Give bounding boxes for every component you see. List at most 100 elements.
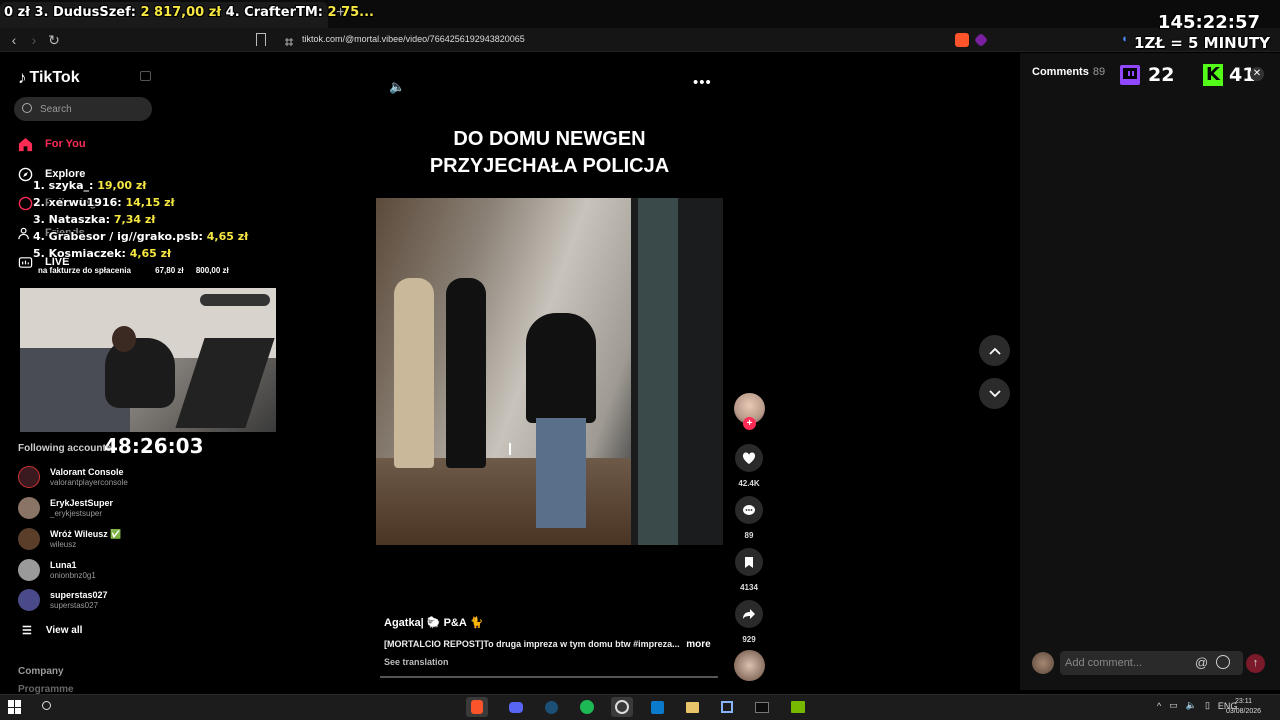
donor-name: 3. Nataszka: [33,213,114,226]
avatar [18,528,40,550]
forward-icon[interactable]: › [26,32,42,48]
invoice-label: na fakturze do spłacenia [38,266,131,275]
donor-row: 5. Kosmiaczek: 4,65 zł [33,245,248,262]
vpn-icon[interactable]: ◖ [1121,33,1135,47]
description-text: [MORTALCIO REPOST]To druga impreza w tym… [384,639,680,649]
account-handle: valorantplayerconsole [50,477,128,487]
reload-icon[interactable]: ↻ [46,32,62,48]
site-info-icon[interactable] [284,34,294,46]
taskbar-search-icon[interactable] [42,701,51,710]
follow-plus-icon[interactable]: + [743,417,756,430]
comment-placeholder: Add comment... [1065,657,1143,669]
nvidia-icon[interactable] [787,697,809,717]
vscode-icon[interactable] [646,697,668,717]
search-placeholder: Search [40,104,72,115]
account-handle: wileusz [50,539,77,549]
save-button[interactable] [735,548,763,576]
spotify-icon[interactable] [576,697,598,717]
following-account[interactable]: Luna1 onionbnz0g1 [18,558,96,582]
close-icon[interactable]: ✕ [1250,67,1264,81]
donor-row: 4. Grabesor / ig//grako.psb: 4,65 zł [33,228,248,245]
comment-button[interactable] [735,496,763,524]
invoice-amount: 67,80 zł [155,266,184,275]
bookmark-icon[interactable] [256,33,266,46]
comment-bubble-icon [743,504,755,515]
volume-icon[interactable]: 🔈 [389,79,405,95]
back-icon[interactable]: ‹ [6,32,22,48]
video-description: [MORTALCIO REPOST]To druga impreza w tym… [384,639,714,650]
ticker-text-1: 0 zł 3. DudusSzef: [4,5,141,20]
chevron-up-icon [988,347,1001,355]
tiktok-logo[interactable]: ♪ TikTok [18,68,80,88]
file-manager-icon[interactable] [681,697,703,717]
video-caption-overlay: DO DOMU NEWGEN PRZYJECHAŁA POLICJA [376,126,723,180]
ticker-text-2: 4. CrafterTM: [221,5,328,20]
video-frame[interactable] [376,198,723,545]
url-field[interactable]: tiktok.com/@mortal.vibee/video/766425619… [302,34,525,44]
network-icon[interactable]: ▭ [1169,700,1178,711]
account-handle: onionbnz0g1 [50,570,96,580]
discord-icon[interactable] [505,697,527,717]
like-count: 42.4K [738,479,760,488]
search-input[interactable] [14,97,152,121]
comment-count: 89 [744,531,754,540]
send-comment-button[interactable]: ↑ [1246,654,1265,673]
account-handle: _erykjestsuper [50,508,103,518]
donor-row: 2. xerwu1916: 14,15 zł [33,194,248,211]
windows-start-icon[interactable] [8,700,22,714]
nav-for-you[interactable]: For You [18,133,86,155]
webcam-overlay [20,288,276,432]
following-account[interactable]: Wróż Wileusz ✅ wileusz [18,527,121,551]
view-all-link[interactable]: ☰ View all [22,624,82,637]
more-link[interactable]: more [686,639,710,650]
previous-video-button[interactable] [979,335,1010,366]
account-name: Wróż Wileusz ✅ [50,528,122,539]
battery-icon[interactable]: ▯ [1205,700,1210,711]
video-author[interactable]: Agatka| 🐑 P&A 🐈 [384,616,483,629]
following-account[interactable]: superstas027 superstas027 [18,588,108,612]
live-icon [18,256,33,268]
following-account[interactable]: Valorant Console valorantplayerconsole [18,465,128,489]
donor-amount: 4,65 zł [206,230,249,243]
taskbar-clock[interactable]: 23:11 03/08/2026 [1226,697,1261,717]
see-translation-link[interactable]: See translation [384,657,449,667]
following-account[interactable]: ErykJestSuper _erykjestsuper [18,496,113,520]
account-name: Valorant Console [50,466,124,477]
more-options-icon[interactable]: ••• [693,74,712,91]
emoji-icon[interactable] [1216,655,1230,669]
stream-timer: 48:26:03 [104,434,204,458]
steam-icon[interactable] [540,697,562,717]
clock-date: 03/08/2026 [1226,708,1262,715]
like-button[interactable] [735,444,763,472]
search-icon [22,103,32,113]
video-progress-bar[interactable] [380,676,718,678]
collapse-sidebar-icon[interactable] [140,71,151,81]
speaker-icon[interactable]: 🔈 [1186,700,1197,711]
next-video-button[interactable] [979,378,1010,409]
following-icon [18,196,33,210]
windows-taskbar [0,694,1280,720]
tray-chevron-icon[interactable]: ^ [1157,701,1161,711]
brave-shield-icon[interactable] [955,33,969,47]
mention-icon[interactable]: @ [1195,655,1208,670]
account-name: ErykJestSuper [50,497,114,508]
share-button[interactable] [735,600,763,628]
kick-icon: K [1203,64,1223,86]
share-arrow-icon [743,609,755,619]
terminal-icon[interactable] [751,697,773,717]
account-handle: superstas027 [50,600,99,610]
friends-icon [18,227,29,239]
comments-title: Comments [1032,66,1089,78]
clock-time: 23:11 [1235,698,1253,705]
heart-icon [742,451,756,464]
brave-browser-icon[interactable] [466,697,488,717]
donor-name: 4. Grabesor / ig//grako.psb: [33,230,207,243]
donor-amount: 7,34 zł [113,213,156,226]
music-disc-icon[interactable] [734,650,765,681]
obs-icon[interactable] [611,697,633,717]
compass-icon [18,167,33,181]
nav-for-you-label: For You [45,138,86,150]
subathon-rate: 1ZŁ = 5 MINUTY [1134,34,1270,52]
network-app-icon[interactable] [716,697,738,717]
footer-company[interactable]: Company [18,666,64,677]
